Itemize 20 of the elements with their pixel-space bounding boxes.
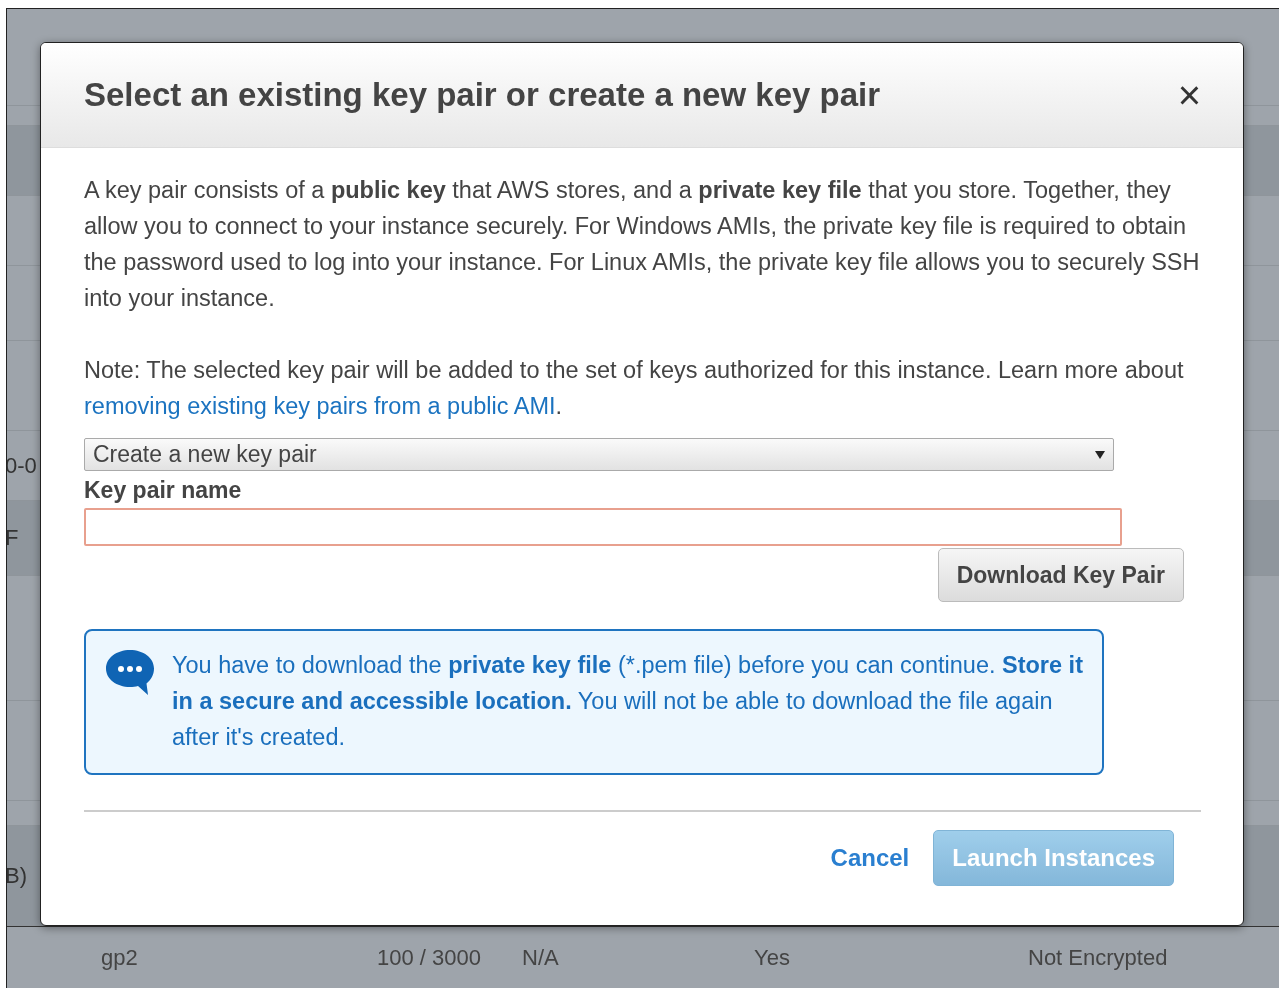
key-pair-dropdown[interactable]: Create a new key pair — [84, 438, 1114, 471]
table-cell-text: gp2 — [101, 945, 139, 971]
table-cell-text: N/A — [522, 945, 560, 971]
background-text: F — [7, 525, 19, 551]
table-cell-text: 100 / 3000 — [377, 945, 482, 971]
close-button[interactable]: × — [1177, 75, 1201, 115]
background-text: B) — [7, 862, 27, 889]
field-label: Key pair name — [84, 477, 242, 504]
dropdown-arrow-icon — [1095, 450, 1105, 459]
table-cell-text: Not Encrypted — [1028, 945, 1169, 971]
table-cell-text: Yes — [754, 945, 791, 971]
download-key-pair-button[interactable]: Download Key Pair — [937, 548, 1184, 602]
description-paragraph: A key pair consists of a public key that AWS stores, and a private key file that you store. Together, they allow you to connect to your instance securely. For Windows AMIs, the private key file is required to obtain the password used to log into your instance. For Linux AMIs, the private key file allows you to securely SSH into your instance. — [84, 176, 1201, 313]
note-paragraph: Note: The selected key pair will be added to the set of keys authorized for this instance. Learn more about removing existing key pairs from a public AMI. — [84, 356, 1185, 421]
speech-bubble-icon — [105, 649, 155, 695]
cancel-button[interactable]: Cancel — [830, 844, 910, 872]
info-message: You have to download the private key file (*.pem file) before you can continue. Store it in a secure and accessible location. You will not be able to download the file again after it's created. — [172, 651, 1084, 752]
key-pair-name-field[interactable] — [84, 508, 1122, 546]
dialog-title: Select an existing key pair or create a new key pair — [84, 76, 881, 114]
removing-key-pairs-link[interactable]: removing existing key pairs from a public AMI — [84, 393, 556, 419]
